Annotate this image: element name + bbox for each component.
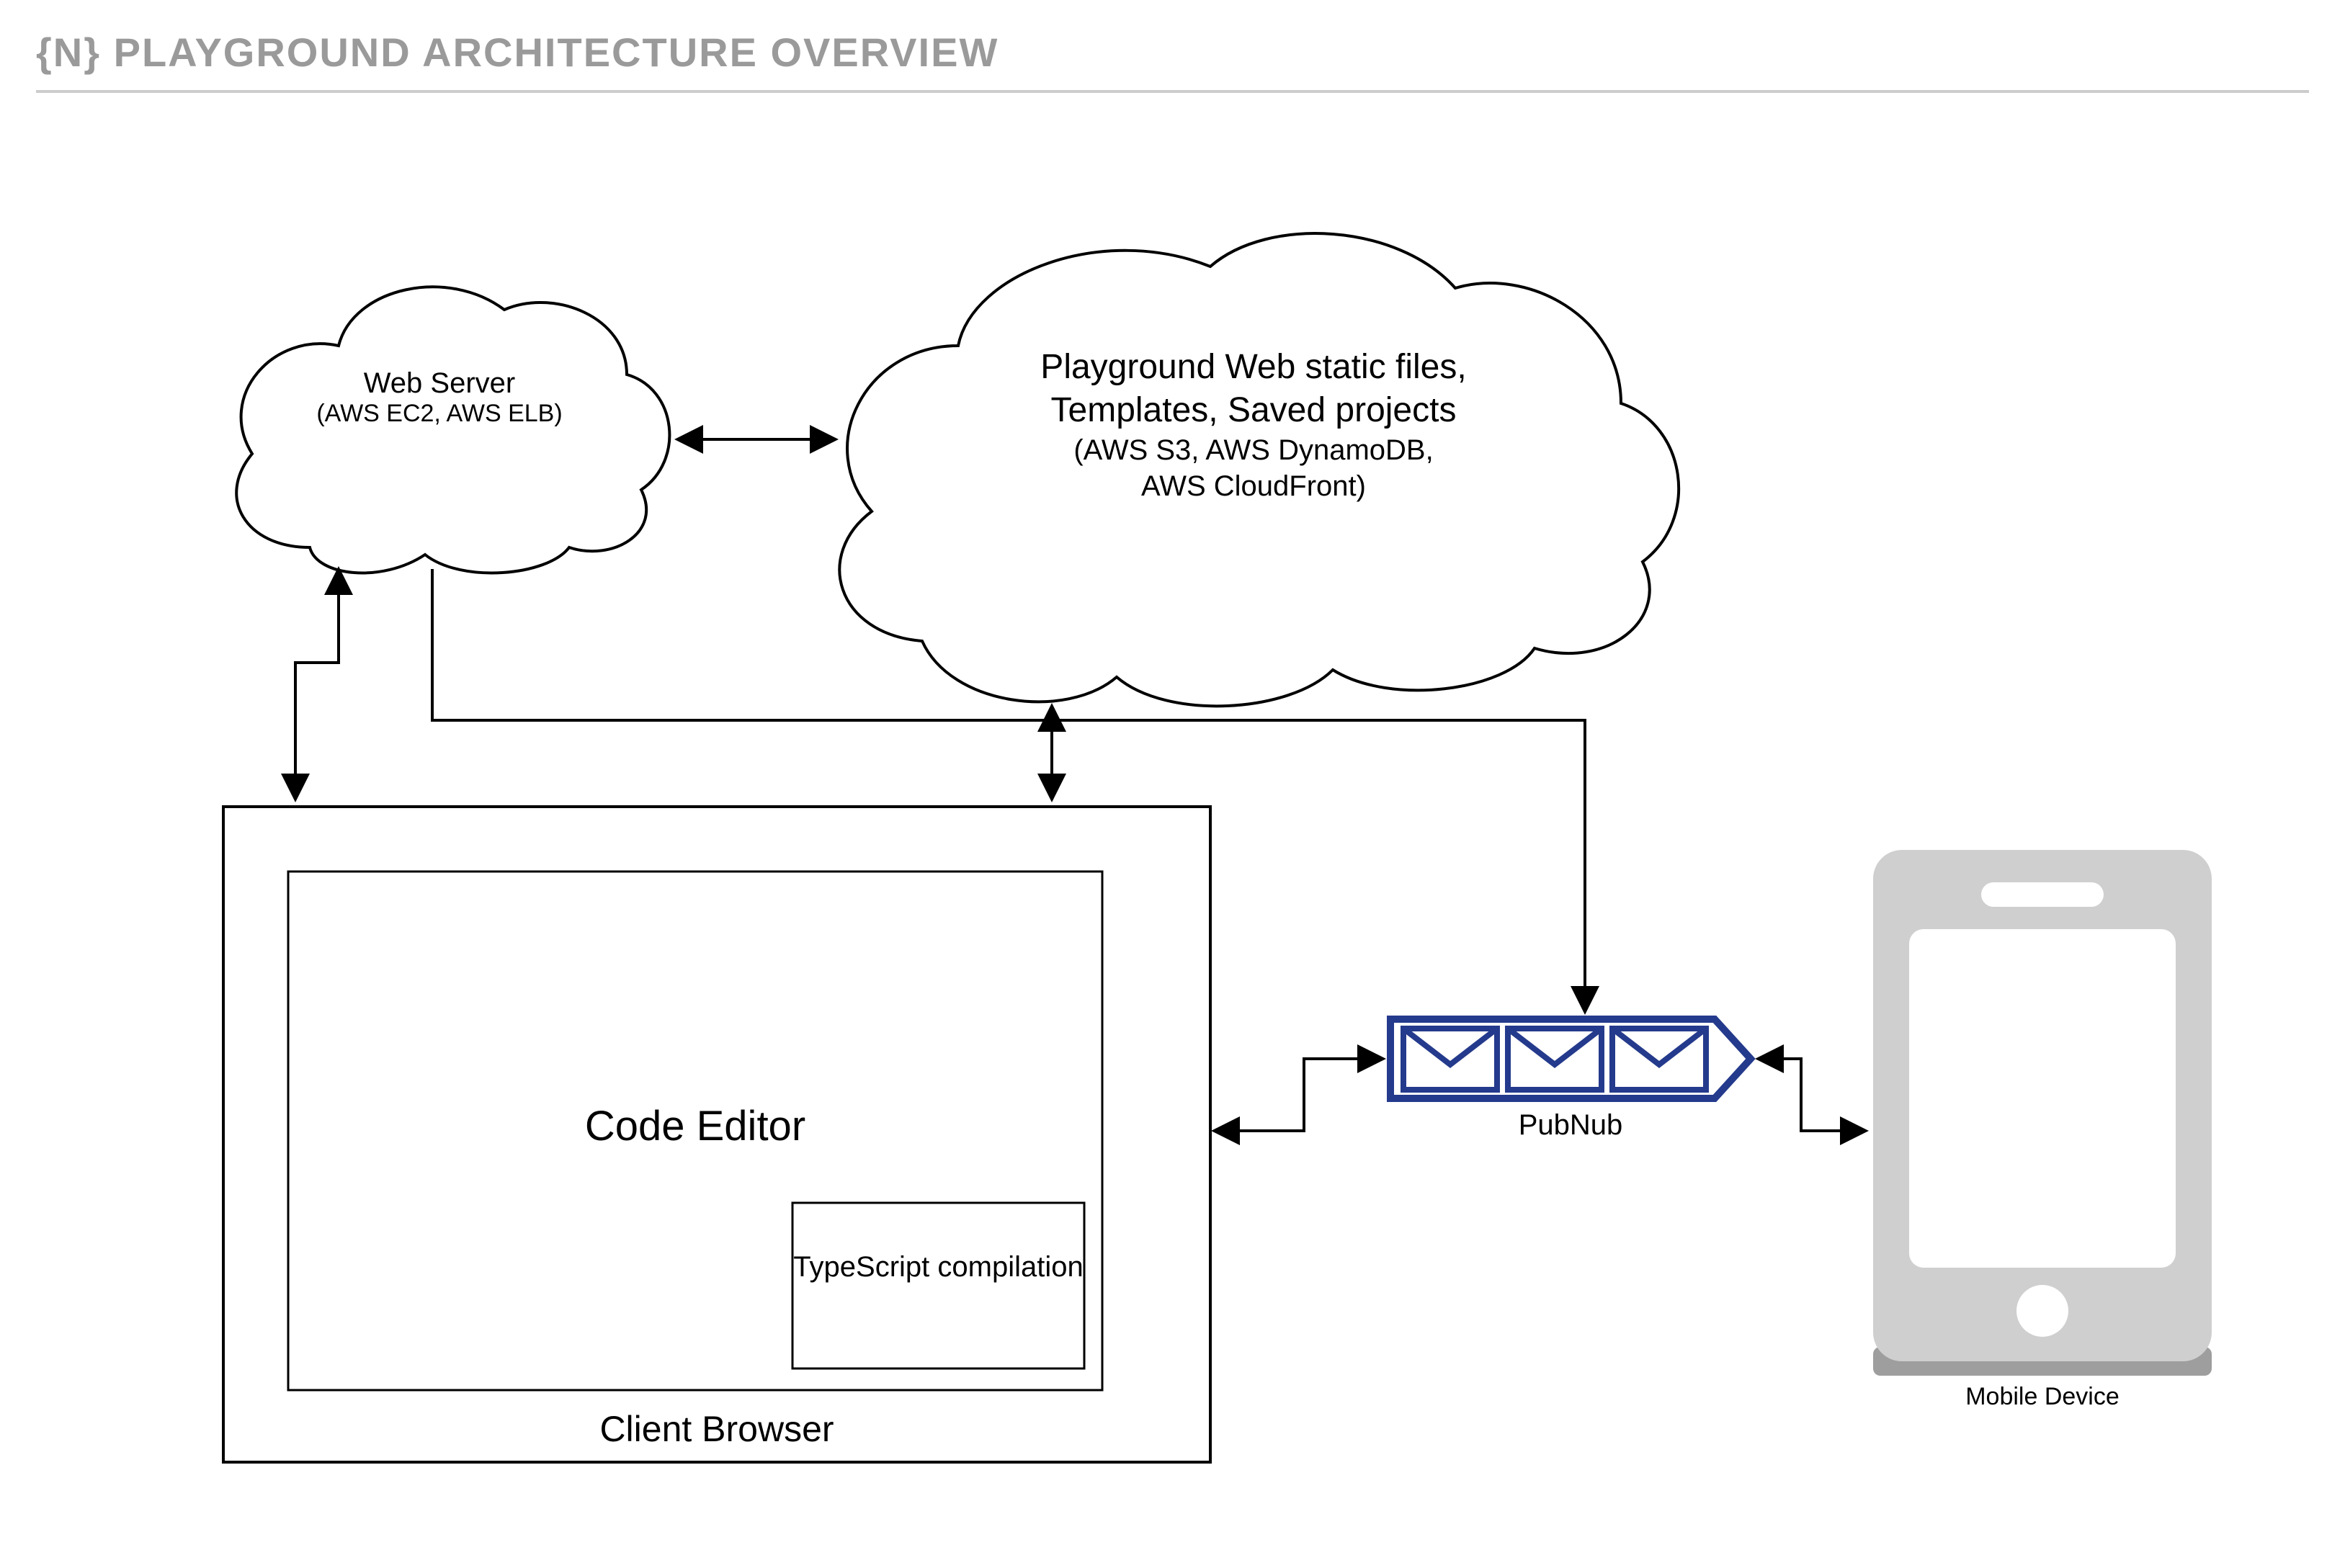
pubnub-icon — [1390, 1019, 1751, 1098]
arrow-browser-pubnub — [1214, 1059, 1383, 1131]
pubnub-text: PubNub — [1519, 1109, 1623, 1141]
webserver-title: Web Server — [238, 367, 641, 400]
webserver-subtitle: (AWS EC2, AWS ELB) — [238, 400, 641, 428]
client-browser-label: Client Browser — [223, 1408, 1210, 1450]
storage-line1: Playground Web static files, — [886, 346, 1621, 389]
mobile-text: Mobile Device — [1965, 1383, 2120, 1410]
cloud-webserver — [236, 287, 669, 573]
diagram-canvas — [0, 0, 2345, 1568]
client-browser-text: Client Browser — [599, 1409, 834, 1449]
arrow-webserver-browser — [295, 569, 339, 799]
ts-text: TypeScript compilation — [793, 1251, 1083, 1283]
mobile-device-icon — [1873, 850, 2212, 1376]
cloud-storage-text: Playground Web static files, Templates, … — [886, 346, 1621, 504]
code-editor-label: Code Editor — [288, 1102, 1102, 1150]
ts-compilation-label: TypeScript compilation — [792, 1250, 1084, 1284]
cloud-webserver-text: Web Server (AWS EC2, AWS ELB) — [238, 367, 641, 428]
mobile-device-label: Mobile Device — [1873, 1383, 2212, 1411]
pubnub-label: PubNub — [1390, 1109, 1751, 1142]
code-editor-text: Code Editor — [585, 1103, 805, 1150]
storage-line4: AWS CloudFront) — [886, 468, 1621, 504]
ts-compilation-box — [792, 1203, 1084, 1368]
storage-line3: (AWS S3, AWS DynamoDB, — [886, 432, 1621, 468]
storage-line2: Templates, Saved projects — [886, 389, 1621, 432]
arrow-pubnub-mobile — [1758, 1059, 1866, 1131]
